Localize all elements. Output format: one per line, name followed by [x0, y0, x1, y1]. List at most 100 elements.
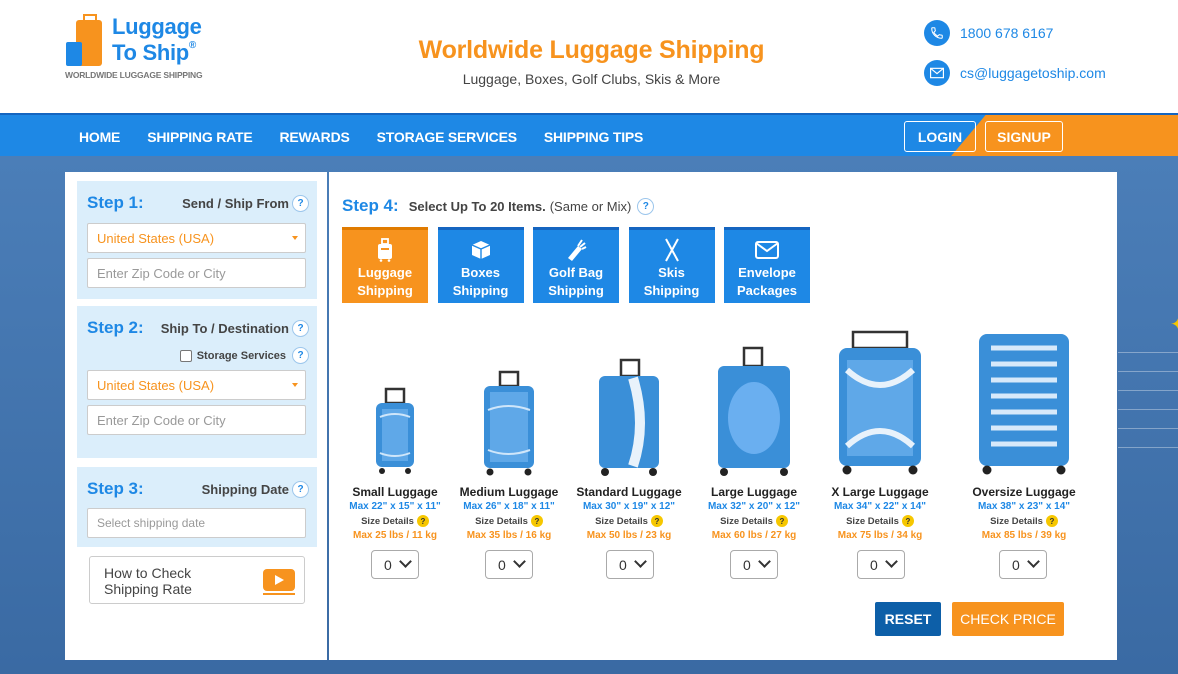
- reset-button[interactable]: RESET: [875, 602, 941, 636]
- play-video-icon: [263, 569, 295, 591]
- tab-label-line1: Skis: [658, 265, 685, 280]
- standard-luggage-qty-select[interactable]: 0: [606, 550, 654, 579]
- phone-number: 1800 678 6167: [960, 25, 1054, 41]
- route-panel: Step 1: Send / Ship From ? United States…: [65, 172, 327, 660]
- medium-luggage-qty-select[interactable]: 0: [485, 550, 533, 579]
- storage-services-label: Storage Services: [196, 349, 286, 362]
- background-lines: [1118, 352, 1178, 512]
- phone-link[interactable]: 1800 678 6167: [924, 20, 1106, 46]
- medium-luggage-image[interactable]: [478, 370, 540, 478]
- email-link[interactable]: cs@luggagetoship.com: [924, 60, 1106, 86]
- size-details-link[interactable]: Size Details?: [448, 515, 570, 527]
- qty-value: 0: [1012, 556, 1020, 573]
- item-name: Standard Luggage: [576, 485, 682, 499]
- help-icon: ?: [530, 515, 543, 527]
- to-country-select[interactable]: United States (USA): [87, 370, 306, 400]
- size-details-label: Size Details: [846, 515, 899, 527]
- step2-help-icon[interactable]: ?: [292, 320, 309, 337]
- step2-title: Ship To / Destination: [160, 321, 289, 336]
- caret-down-icon: [292, 236, 298, 240]
- small-luggage-qty-select[interactable]: 0: [371, 550, 419, 579]
- from-country-select[interactable]: United States (USA): [87, 223, 306, 253]
- tab-envelope-packages[interactable]: Envelope Packages: [724, 227, 810, 303]
- how-to-line2: Shipping Rate: [104, 581, 192, 597]
- size-details-label: Size Details: [720, 515, 773, 527]
- to-zip-input[interactable]: Enter Zip Code or City: [87, 405, 306, 435]
- step3-box: Step 3: Shipping Date ? Select shipping …: [77, 467, 317, 547]
- chevron-down-icon: [513, 555, 526, 568]
- tab-label: Skis Shipping: [629, 264, 715, 300]
- tab-label-line1: Envelope: [738, 265, 796, 280]
- size-details-link[interactable]: Size Details?: [963, 515, 1085, 527]
- how-to-check-rate-button[interactable]: How to Check Shipping Rate: [89, 556, 305, 604]
- step1-help-icon[interactable]: ?: [292, 195, 309, 212]
- check-price-button[interactable]: CHECK PRICE: [952, 602, 1064, 636]
- step2-label: Step 2:: [87, 318, 144, 337]
- step4-label: Step 4:: [342, 196, 399, 215]
- items-panel: Step 4: Select Up To 20 Items. (Same or …: [329, 172, 1117, 660]
- tab-golf-bag-shipping[interactable]: Golf Bag Shipping: [533, 227, 619, 303]
- from-zip-input[interactable]: Enter Zip Code or City: [87, 258, 306, 288]
- qty-value: 0: [870, 556, 878, 573]
- qty-value: 0: [619, 556, 627, 573]
- step4-header: Step 4: Select Up To 20 Items. (Same or …: [342, 196, 655, 216]
- oversize-luggage-image[interactable]: [973, 330, 1075, 476]
- phone-icon: [924, 20, 950, 46]
- how-to-line1: How to Check: [104, 565, 192, 581]
- item-name: Small Luggage: [352, 485, 438, 499]
- storage-services-option: Storage Services ?: [179, 347, 309, 364]
- item-name: X Large Luggage: [831, 485, 929, 499]
- step4-help-icon[interactable]: ?: [637, 197, 655, 215]
- nav-home[interactable]: HOME: [79, 129, 120, 145]
- email-address: cs@luggagetoship.com: [960, 65, 1106, 81]
- how-to-label: How to Check Shipping Rate: [104, 565, 192, 597]
- sparkle-icon: ✦: [1170, 312, 1178, 338]
- x-large-luggage-image[interactable]: [833, 330, 927, 476]
- help-icon: ?: [1045, 515, 1058, 527]
- nav-rewards[interactable]: REWARDS: [279, 129, 349, 145]
- size-details-link[interactable]: Size Details?: [568, 515, 690, 527]
- tab-label-line2: Shipping: [548, 283, 604, 298]
- small-luggage-image[interactable]: [370, 387, 420, 477]
- size-details-link[interactable]: Size Details?: [693, 515, 815, 527]
- step3-help-icon[interactable]: ?: [292, 481, 309, 498]
- step4-instruction: Select Up To 20 Items.: [408, 198, 546, 214]
- x-large-luggage-qty-select[interactable]: 0: [857, 550, 905, 579]
- tab-label: Golf Bag Shipping: [533, 264, 619, 300]
- nav-shipping-rate[interactable]: SHIPPING RATE: [147, 129, 252, 145]
- luggage-icon: [342, 230, 428, 262]
- step1-box: Step 1: Send / Ship From ? United States…: [77, 181, 317, 299]
- shipping-date-input[interactable]: Select shipping date: [87, 508, 306, 538]
- help-icon: ?: [901, 515, 914, 527]
- tab-luggage-shipping[interactable]: Luggage Shipping: [342, 227, 428, 303]
- storage-services-checkbox[interactable]: [179, 349, 192, 362]
- item-dims: Max 32" x 20" x 12": [707, 501, 801, 512]
- tab-skis-shipping[interactable]: Skis Shipping: [628, 227, 715, 303]
- luggage-items: Small Luggage Max 22" x 15" x 11" Size D…: [329, 330, 1117, 592]
- play-video-underline: [263, 593, 295, 595]
- large-luggage-image[interactable]: [712, 346, 796, 478]
- nav-storage-services[interactable]: STORAGE SERVICES: [377, 129, 517, 145]
- nav-shipping-tips[interactable]: SHIPPING TIPS: [544, 129, 644, 145]
- help-icon: ?: [775, 515, 788, 527]
- storage-help-icon[interactable]: ?: [292, 347, 309, 364]
- item-name: Large Luggage: [710, 485, 797, 499]
- step3-title: Shipping Date: [201, 482, 289, 497]
- large-luggage-qty-select[interactable]: 0: [730, 550, 778, 579]
- nav-links: HOME SHIPPING RATE REWARDS STORAGE SERVI…: [79, 129, 670, 145]
- size-details-link[interactable]: Size Details?: [334, 515, 456, 527]
- tab-boxes-shipping[interactable]: Boxes Shipping: [437, 227, 524, 303]
- qty-value: 0: [743, 556, 751, 573]
- to-country-value: United States (USA): [97, 377, 215, 393]
- signup-button[interactable]: SIGNUP: [985, 121, 1063, 152]
- step4-note: (Same or Mix): [549, 198, 632, 214]
- size-details-label: Size Details: [475, 515, 528, 527]
- size-details-link[interactable]: Size Details?: [819, 515, 941, 527]
- item-weight: Max 60 lbs / 27 kg: [711, 530, 797, 541]
- oversize-luggage-qty-select[interactable]: 0: [999, 550, 1047, 579]
- standard-luggage-image[interactable]: [593, 358, 665, 478]
- login-button[interactable]: LOGIN: [904, 121, 976, 152]
- tab-label-line2: Shipping: [452, 283, 509, 298]
- caret-down-icon: [292, 383, 298, 387]
- site-header: Luggage To Ship® WORLDWIDE LUGGAGE SHIPP…: [0, 0, 1178, 113]
